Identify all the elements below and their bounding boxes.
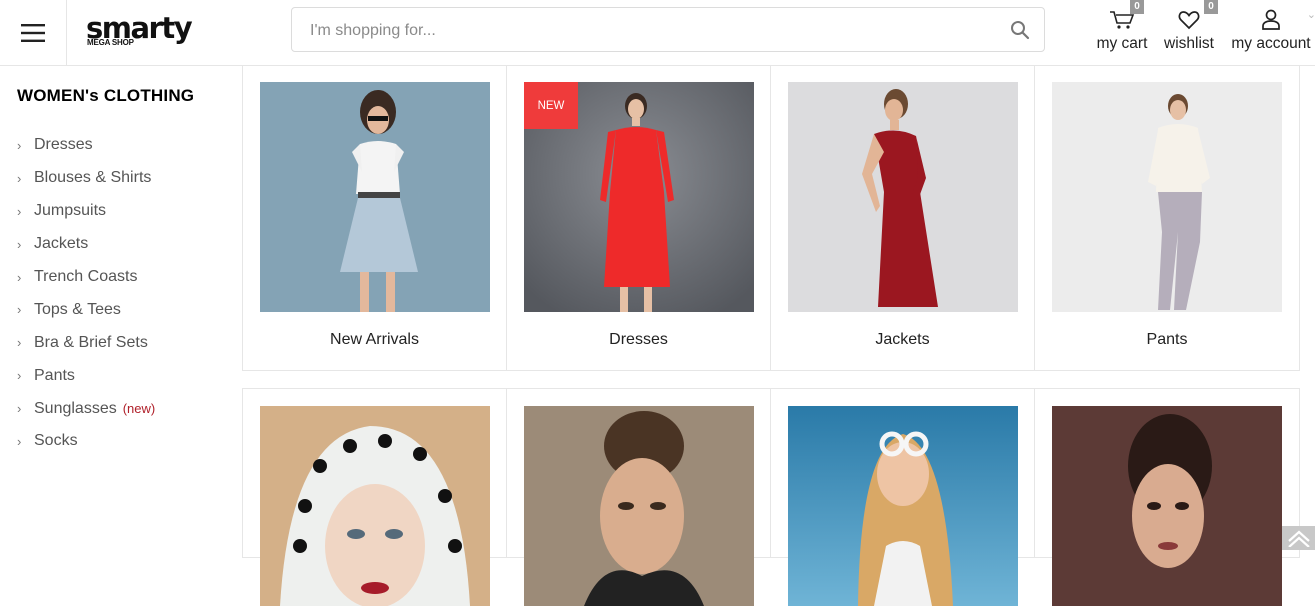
sidebar-item-tops-tees[interactable]: › Tops & Tees xyxy=(17,293,155,326)
new-badge: NEW xyxy=(524,82,578,129)
category-sidebar: WOMEN's CLOTHING › Dresses › Blouses & Shi… xyxy=(0,66,242,550)
scroll-to-top-button[interactable] xyxy=(1282,526,1315,550)
account-label: my account xyxy=(1231,35,1311,52)
category-image-jackets xyxy=(788,82,1018,312)
sidebar-item-bra-brief-sets[interactable]: › Bra & Brief Sets xyxy=(17,326,155,359)
sidebar-item-label: Dresses xyxy=(34,136,93,154)
cart-label: my cart xyxy=(1096,35,1148,52)
sidebar-item-label: Jackets xyxy=(34,235,89,253)
chevron-right-icon: › xyxy=(17,335,22,351)
category-image-8 xyxy=(1052,406,1282,606)
heart-icon xyxy=(1178,11,1200,30)
category-card-jackets[interactable]: Jackets xyxy=(771,66,1035,370)
category-image-pants xyxy=(1052,82,1282,312)
category-card-7[interactable] xyxy=(771,389,1035,606)
category-card-6[interactable] xyxy=(507,389,771,606)
search-button[interactable] xyxy=(1010,20,1030,40)
sidebar-item-jackets[interactable]: › Jackets xyxy=(17,228,155,261)
user-icon xyxy=(1262,9,1280,30)
category-image-7 xyxy=(788,406,1018,606)
category-image-6 xyxy=(524,406,754,606)
category-label: Pants xyxy=(1146,331,1188,348)
sidebar-item-jumpsuits[interactable]: › Jumpsuits xyxy=(17,195,155,228)
category-label: Dresses xyxy=(609,331,668,348)
category-grid-row-2 xyxy=(242,388,1300,606)
wishlist-count-badge: 0 xyxy=(1204,0,1218,14)
sidebar-list: › Dresses › Blouses & Shirts › Jumpsuits › J… xyxy=(17,129,155,458)
sidebar-item-label: Socks xyxy=(34,432,78,450)
chevron-right-icon: › xyxy=(17,401,22,417)
site-logo[interactable]: smarty MEGA SHOP xyxy=(86,14,193,47)
chevron-right-icon: › xyxy=(17,170,22,186)
sidebar-item-label: Trench Coasts xyxy=(34,268,138,285)
menu-button[interactable] xyxy=(0,0,67,65)
new-tag: (new) xyxy=(122,401,156,417)
chevron-right-icon: › xyxy=(17,368,22,384)
category-label: New Arrivals xyxy=(330,331,419,348)
category-card-new-arrivals[interactable]: New Arrivals xyxy=(243,66,507,370)
chevron-right-icon: › xyxy=(17,137,22,153)
chevron-right-icon: › xyxy=(17,269,22,285)
search-icon xyxy=(1011,21,1030,40)
chevron-right-icon: › xyxy=(17,302,22,318)
category-grid-row-1: New Arrivals NEW Dresses Jackets Pants xyxy=(242,66,1300,371)
category-card-5[interactable] xyxy=(243,389,507,606)
site-header: smarty MEGA SHOP 0 my cart 0 xyxy=(0,0,1315,66)
wishlist-label: wishlist xyxy=(1164,35,1214,52)
category-label: Jackets xyxy=(875,331,930,348)
category-card-8[interactable] xyxy=(1035,389,1299,606)
sidebar-item-label: Pants xyxy=(34,366,75,384)
sidebar-item-label: Jumpsuits xyxy=(34,202,107,220)
menu-icon xyxy=(21,23,45,42)
sidebar-item-label: Sunglasses xyxy=(34,399,117,417)
sidebar-item-blouses-shirts[interactable]: › Blouses & Shirts xyxy=(17,162,155,195)
category-image-new-arrivals xyxy=(260,82,490,312)
sidebar-item-label: Blouses & Shirts xyxy=(34,169,152,187)
sidebar-title: WOMEN's CLOTHING xyxy=(17,86,195,105)
sidebar-item-pants[interactable]: › Pants xyxy=(17,359,155,392)
chevron-right-icon: › xyxy=(17,236,22,252)
sidebar-item-dresses[interactable]: › Dresses xyxy=(17,129,155,162)
account-button[interactable]: ⌄ my account xyxy=(1228,4,1315,53)
category-card-pants[interactable]: Pants xyxy=(1035,66,1299,370)
wishlist-button[interactable]: 0 wishlist xyxy=(1160,0,1218,53)
chevron-up-icon xyxy=(1287,530,1310,547)
cart-count-badge: 0 xyxy=(1130,0,1144,14)
sidebar-item-label: Bra & Brief Sets xyxy=(34,333,148,351)
chevron-down-icon: ⌄ xyxy=(1306,9,1315,21)
category-card-dresses[interactable]: NEW Dresses xyxy=(507,66,771,370)
sidebar-item-sunglasses[interactable]: › Sunglasses (new) xyxy=(17,392,155,425)
category-image-5 xyxy=(260,406,490,606)
cart-button[interactable]: 0 my cart xyxy=(1092,0,1152,53)
chevron-right-icon: › xyxy=(17,433,22,449)
sidebar-item-socks[interactable]: › Socks xyxy=(17,425,155,458)
search-input[interactable] xyxy=(308,8,992,53)
sidebar-item-label: Tops & Tees xyxy=(34,300,121,318)
sidebar-item-trench-coasts[interactable]: › Trench Coasts xyxy=(17,261,155,294)
chevron-right-icon: › xyxy=(17,203,22,219)
search-bar xyxy=(291,7,1045,53)
